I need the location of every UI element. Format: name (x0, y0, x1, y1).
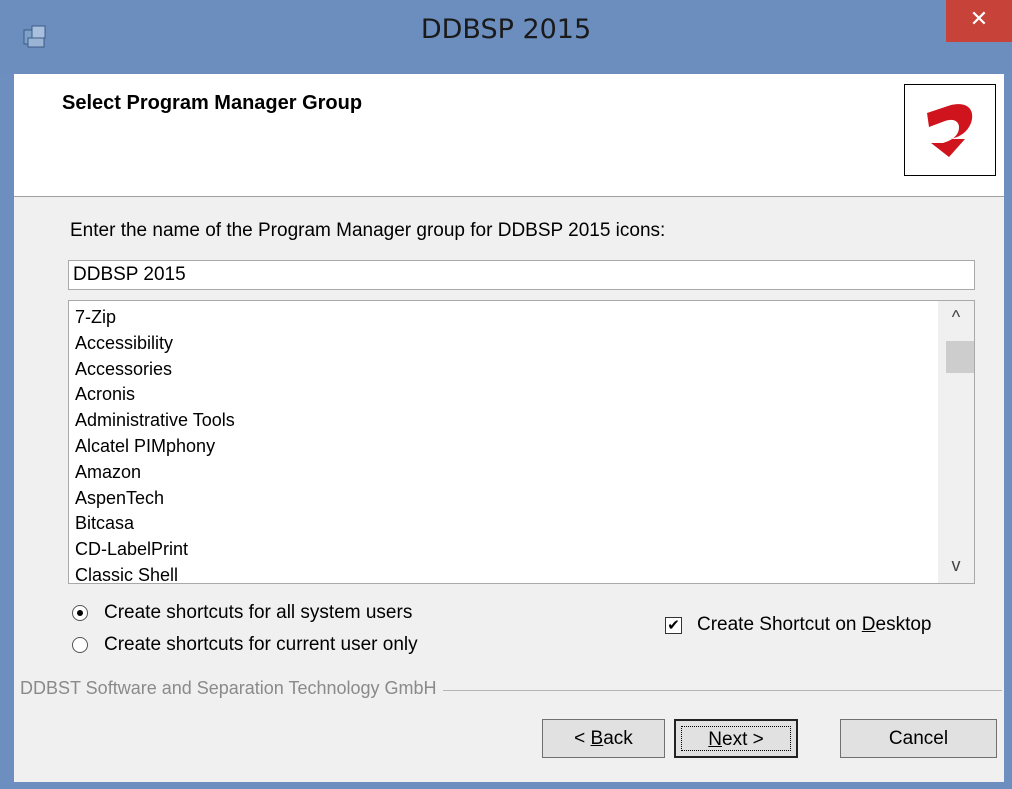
vertical-scrollbar[interactable]: ^ v (938, 301, 974, 583)
cancel-button[interactable]: Cancel (840, 719, 997, 758)
label-part: esktop (875, 614, 932, 635)
label-part: ack (603, 728, 633, 749)
list-item[interactable]: Classic Shell (75, 563, 235, 583)
focus-rectangle (681, 726, 791, 751)
list-item[interactable]: CD-LabelPrint (75, 537, 235, 563)
next-button[interactable]: Next > (674, 719, 798, 758)
scroll-thumb[interactable] (946, 341, 974, 373)
list-item[interactable]: 7-Zip (75, 305, 235, 331)
company-name: DDBST Software and Separation Technology… (20, 678, 443, 699)
check-mark-icon: ✔ (667, 615, 680, 634)
group-list: 7-Zip Accessibility Accessories Acronis … (75, 305, 235, 583)
list-item[interactable]: Alcatel PIMphony (75, 434, 235, 460)
label-part: < (574, 728, 591, 749)
title-bar[interactable]: DDBSP 2015 ✕ (0, 0, 1012, 74)
ddbst-logo (904, 84, 996, 176)
list-item[interactable]: Bitcasa (75, 511, 235, 537)
close-button[interactable]: ✕ (946, 0, 1012, 42)
accelerator-key: D (861, 614, 876, 635)
scroll-up-icon[interactable]: ^ (938, 307, 974, 329)
page-title: Select Program Manager Group (62, 92, 363, 114)
all-users-option[interactable]: Create shortcuts for all system users (72, 600, 412, 626)
label-part: Create Shortcut on (697, 614, 862, 635)
installer-window: DDBSP 2015 ✕ Select Program Manager Grou… (0, 0, 1012, 789)
window-title: DDBSP 2015 (420, 14, 592, 45)
list-item[interactable]: Accessibility (75, 331, 235, 357)
ddbst-logo-icon (927, 104, 973, 157)
current-user-option[interactable]: Create shortcuts for current user only (72, 632, 418, 658)
desktop-shortcut-option[interactable]: ✔ Create Shortcut on Desktop (665, 612, 931, 638)
all-users-label: Create shortcuts for all system users (104, 602, 413, 623)
all-users-radio[interactable] (72, 605, 88, 621)
back-button[interactable]: < Back (542, 719, 665, 758)
scroll-down-icon[interactable]: v (938, 555, 974, 577)
current-user-radio[interactable] (72, 637, 88, 653)
wizard-header: Select Program Manager Group (14, 74, 1004, 197)
desktop-shortcut-label: Create Shortcut on Desktop (697, 614, 931, 636)
list-item[interactable]: Acronis (75, 382, 235, 408)
dialog-client-area: Select Program Manager Group Enter the n… (14, 74, 1004, 782)
program-groups-list[interactable]: 7-Zip Accessibility Accessories Acronis … (68, 300, 975, 584)
list-item[interactable]: Administrative Tools (75, 408, 235, 434)
group-name-input[interactable] (68, 260, 975, 290)
current-user-label: Create shortcuts for current user only (104, 634, 418, 655)
desktop-shortcut-checkbox[interactable]: ✔ (665, 615, 682, 634)
list-item[interactable]: Amazon (75, 460, 235, 486)
list-item[interactable]: Accessories (75, 357, 235, 383)
accelerator-key: B (590, 728, 604, 749)
group-instruction: Enter the name of the Program Manager gr… (70, 220, 666, 241)
list-item[interactable]: AspenTech (75, 486, 235, 512)
close-icon: ✕ (969, 7, 989, 32)
